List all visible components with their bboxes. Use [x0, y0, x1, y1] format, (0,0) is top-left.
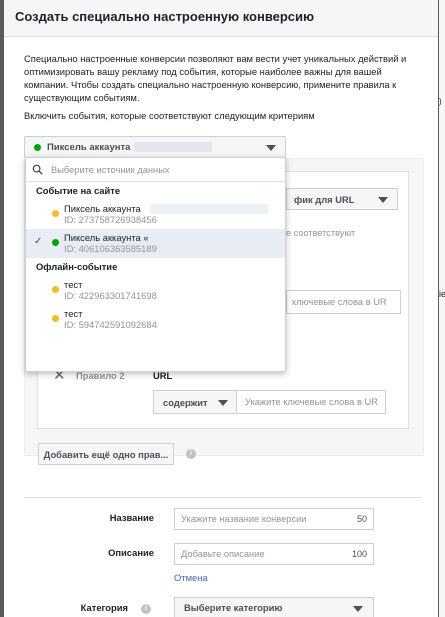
status-dot — [52, 210, 59, 217]
info-icon[interactable]: i — [141, 604, 151, 614]
section-website-event: Событие на сайте — [36, 185, 121, 196]
pixel-source-label: Пиксель аккаунта — [47, 141, 131, 153]
intro-text: Специально настроенные конверсии позволя… — [24, 53, 407, 103]
source-id: ID: 594742591092684 — [64, 319, 157, 330]
background-text-1: ) — [439, 97, 442, 106]
status-dot — [52, 239, 59, 246]
source-option-selected[interactable]: ✓ Пиксель аккаунта « ID: 406106363585189 — [26, 229, 285, 258]
category-select-label: Выберите категорию — [184, 602, 283, 613]
source-option[interactable]: Пиксель аккаунта ID: 273758726938456 — [26, 200, 285, 229]
source-name: тест — [64, 308, 83, 319]
source-option[interactable]: тест ID: 594742591092684 — [26, 305, 285, 334]
redacted-name — [150, 204, 268, 214]
source-option[interactable]: тест ID: 422963301741698 — [26, 276, 285, 305]
chevron-down-icon — [353, 606, 363, 612]
chevron-down-icon — [266, 145, 276, 151]
cancel-link[interactable]: Отмена — [174, 572, 208, 583]
add-rule-button[interactable]: Добавить ещё одно прав... — [38, 443, 174, 465]
dialog-header: Создать специально настроенную конверсию — [4, 0, 438, 37]
match-text: е соответствуют — [286, 228, 356, 238]
conversion-name-input[interactable]: Укажите название конверсии 50 — [174, 508, 374, 530]
source-name: Пиксель аккаунта « — [64, 232, 149, 243]
custom-conversion-dialog: Создать специально настроенную конверсию… — [4, 0, 438, 617]
section-offline-event: Офлайн-событие — [36, 261, 118, 272]
status-dot — [52, 315, 59, 322]
search-icon — [32, 164, 43, 175]
chevron-down-icon — [218, 400, 228, 406]
contains-label: содержит — [163, 396, 208, 408]
data-source-search[interactable]: Выберите источник данных — [26, 158, 285, 182]
description-input[interactable]: Добавьте описание 100 — [174, 543, 374, 565]
pixel-source-select[interactable]: Пиксель аккаунта — [24, 136, 286, 158]
source-id: ID: 406106363585189 — [64, 243, 157, 254]
status-dot — [34, 143, 41, 151]
category-select[interactable]: Выберите категорию — [174, 597, 374, 617]
section-divider — [24, 497, 422, 498]
name-placeholder: Укажите название конверсии — [181, 514, 307, 524]
name-label: Название — [109, 512, 154, 523]
data-source-dropdown: Выберите источник данных Событие на сайт… — [25, 157, 286, 372]
source-id: ID: 273758726938456 — [64, 214, 157, 225]
background-edge: ) ie — [439, 0, 445, 617]
name-char-limit: 50 — [356, 514, 367, 524]
include-events-label: Включить события, которые соответствуют … — [24, 110, 315, 121]
dialog-title: Создать специально настроенную конверсию — [15, 9, 315, 24]
status-dot — [52, 286, 59, 293]
rule2-keywords-input[interactable]: Укажите ключевые слова в UR — [236, 390, 386, 414]
description-label: Описание — [108, 547, 154, 558]
description-placeholder: Добавьте описание — [181, 549, 265, 559]
description-char-limit: 100 — [351, 549, 367, 559]
contains-select[interactable]: содержит — [153, 390, 237, 414]
background-text-2: ie — [439, 289, 445, 299]
url-condition-select[interactable]: фик для URL — [286, 188, 398, 210]
url-condition-label: фик для URL — [294, 193, 355, 205]
search-placeholder: Выберите источник данных — [51, 164, 170, 175]
redacted-name — [134, 142, 213, 152]
info-icon[interactable]: i — [186, 449, 196, 459]
checkmark-icon: ✓ — [34, 236, 43, 247]
source-name: тест — [64, 279, 83, 290]
chevron-down-icon — [378, 197, 388, 203]
category-label: Категория — [80, 602, 128, 613]
rule1-keywords-input[interactable]: ключевые слова в UR — [286, 290, 401, 314]
source-id: ID: 422963301741698 — [64, 290, 157, 301]
